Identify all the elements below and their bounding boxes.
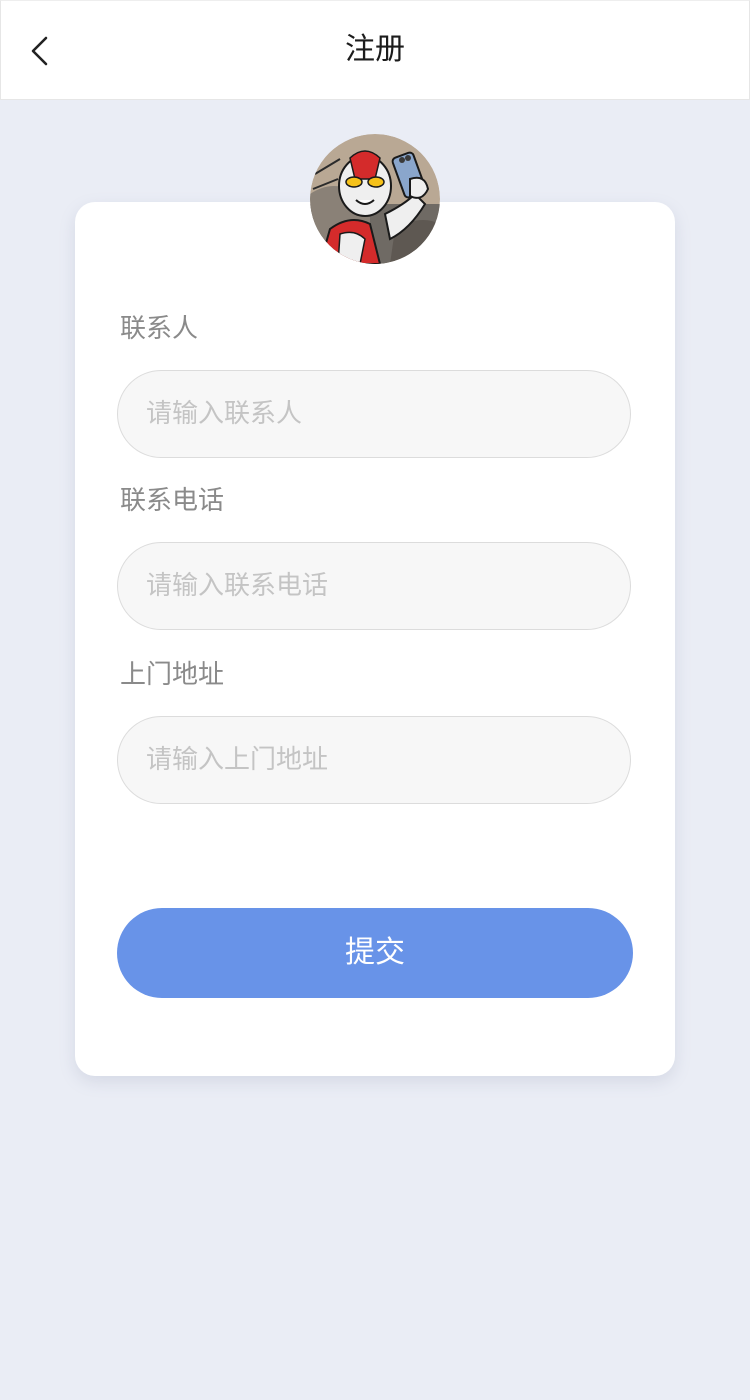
address-label: 上门地址 [120, 660, 225, 690]
contact-label: 联系人 [120, 314, 199, 344]
top-nav-bar: 注册 [0, 0, 750, 100]
submit-button[interactable]: 提交 [117, 908, 633, 998]
phone-label: 联系电话 [120, 486, 225, 516]
avatar [310, 134, 440, 264]
address-input[interactable] [117, 716, 631, 804]
contact-input[interactable] [117, 370, 631, 458]
page-title: 注册 [345, 32, 405, 67]
phone-input[interactable] [117, 542, 631, 630]
avatar-image [310, 134, 440, 264]
